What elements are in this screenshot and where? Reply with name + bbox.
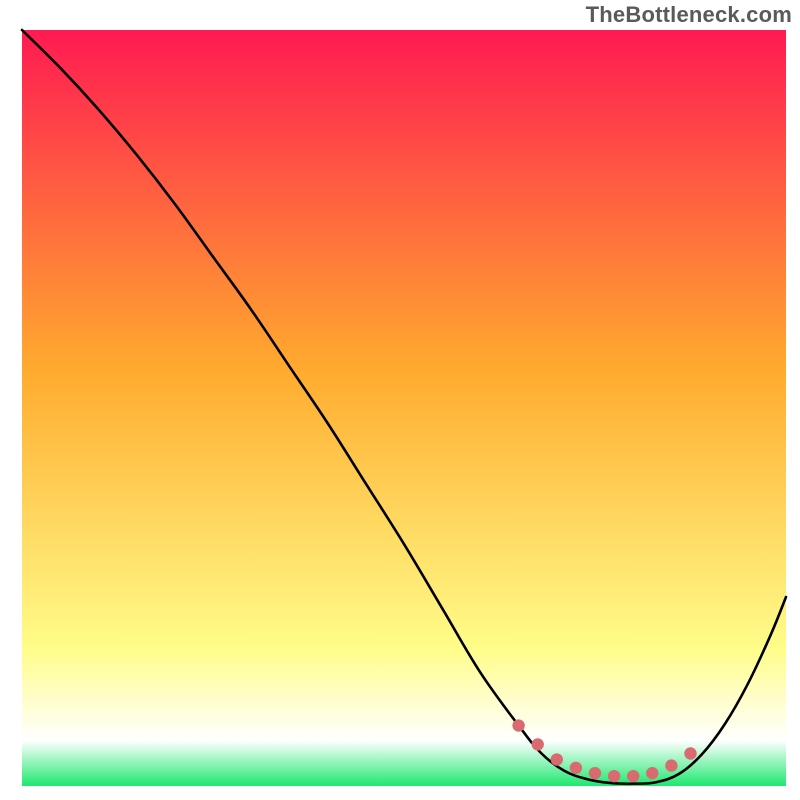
highlight-dot <box>627 770 639 782</box>
highlight-dot <box>665 759 677 771</box>
chart-stage: TheBottleneck.com <box>0 0 800 800</box>
highlight-dot <box>589 767 601 779</box>
highlight-dot <box>646 767 658 779</box>
highlight-dot <box>608 770 620 782</box>
highlight-dot <box>532 738 544 750</box>
gradient-plot-area <box>22 30 786 786</box>
highlight-dot <box>570 762 582 774</box>
watermark-text: TheBottleneck.com <box>586 2 792 28</box>
highlight-dot <box>512 719 524 731</box>
highlight-dot <box>684 747 696 759</box>
highlight-dot <box>551 753 563 765</box>
bottleneck-chart <box>0 0 800 800</box>
